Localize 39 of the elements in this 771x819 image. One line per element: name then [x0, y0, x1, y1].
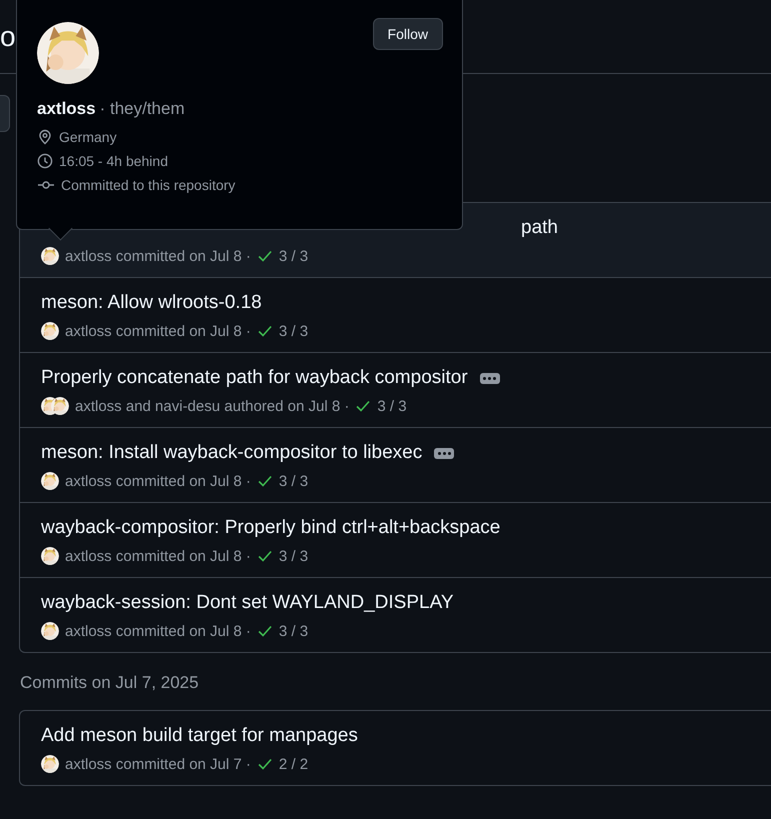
- date-heading: Commits on Jul 7, 2025: [20, 673, 200, 693]
- commit-row[interactable]: meson: Allow wlroots-0.18 axtloss committed on Jul 8 · 3 / 3: [20, 277, 771, 352]
- commit-row[interactable]: wayback-compositor: Properly bind ctrl+alt+backspace axtloss committed on Jul 8 · 3 / 3: [20, 502, 771, 577]
- checks-count[interactable]: 3 / 3: [377, 398, 407, 414]
- commit-byline: axtloss committed on Jul 8 ·: [65, 548, 251, 564]
- commit-byline: axtloss and navi-desu authored on Jul 8 ·: [75, 398, 350, 414]
- commit-title[interactable]: wayback-session: Dont set WAYLAND_DISPLAY: [41, 592, 454, 614]
- detail-text: Committed to this repository: [61, 177, 236, 193]
- commit-row[interactable]: Add meson build target for manpages axtloss committed on Jul 7 · 2 / 2: [20, 711, 771, 785]
- clock-icon: [37, 153, 53, 169]
- checks-count[interactable]: 3 / 3: [278, 622, 308, 640]
- location-pin-icon: [37, 129, 53, 145]
- commit-row[interactable]: meson: Install wayback-compositor to libexec axtloss committed on Jul 8 · 3 / 3: [20, 427, 771, 502]
- commit-byline: axtloss committed on Jul 8 ·: [65, 472, 251, 490]
- commit-byline: axtloss committed on Jul 8 ·: [65, 322, 251, 340]
- commit-title[interactable]: meson: Allow wlroots-0.18: [41, 292, 262, 314]
- detail-text: Germany: [59, 129, 117, 145]
- commit-row[interactable]: wayback-session: Dont set WAYLAND_DISPLAY axtloss committed on Jul 8 · 3 / 3: [20, 577, 771, 652]
- checks-count[interactable]: 3 / 3: [278, 472, 308, 490]
- commit-title[interactable]: meson: Install wayback-compositor to libexec: [41, 442, 422, 464]
- checks-count[interactable]: 3 / 3: [278, 322, 308, 340]
- commit-title[interactable]: path: [521, 217, 558, 239]
- page-heading: o: [0, 20, 16, 52]
- checks-count[interactable]: 3 / 3: [278, 548, 308, 564]
- commit-byline: axtloss committed on Jul 7 ·: [65, 756, 251, 772]
- checks-count[interactable]: 2 / 2: [278, 756, 308, 772]
- follow-button[interactable]: Follow: [372, 18, 443, 50]
- checks-count[interactable]: 3 / 3: [278, 248, 308, 264]
- commit-title[interactable]: Add meson build target for manpages: [41, 725, 358, 747]
- user-name[interactable]: axtloss: [37, 99, 96, 119]
- commit-title[interactable]: wayback-compositor: Properly bind ctrl+alt+backspace: [41, 517, 500, 539]
- detail-text: 16:05 - 4h behind: [59, 153, 168, 169]
- pronouns: · they/them: [100, 99, 185, 119]
- commit-byline: axtloss committed on Jul 8 ·: [65, 622, 251, 640]
- ellipsis-button[interactable]: [480, 372, 500, 384]
- commit-row[interactable]: Properly concatenate path for wayback compositor axtloss and navi-desu authored on Jul 8 · 3 / 3: [20, 352, 771, 427]
- ellipsis-button[interactable]: [434, 448, 454, 458]
- commit-title[interactable]: Properly concatenate path for wayback compositor: [41, 367, 468, 389]
- commit-byline: axtloss committed on Jul 8 ·: [65, 248, 251, 264]
